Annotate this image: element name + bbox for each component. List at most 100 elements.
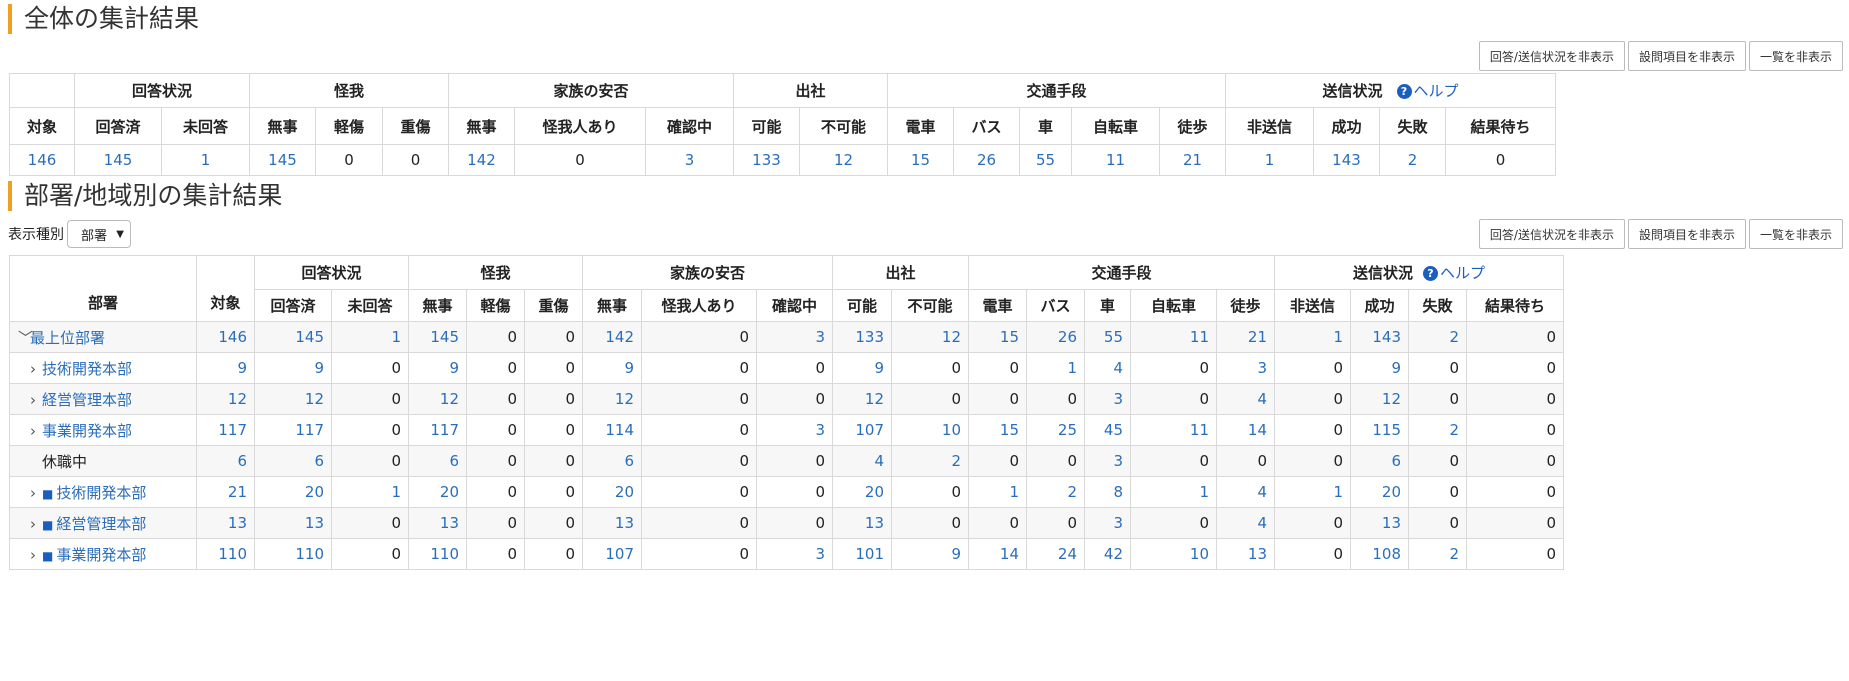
value-cell[interactable]: 6 xyxy=(408,445,467,477)
value-cell[interactable]: 12 xyxy=(891,321,969,353)
value-cell[interactable]: 25 xyxy=(1026,414,1085,446)
summary-value[interactable]: 26 xyxy=(953,144,1020,176)
value-cell[interactable]: 12 xyxy=(582,383,642,415)
value-cell[interactable]: 15 xyxy=(968,321,1027,353)
summary-value[interactable]: 12 xyxy=(799,144,888,176)
value-cell[interactable]: 4 xyxy=(1216,383,1275,415)
value-cell[interactable]: 10 xyxy=(1130,538,1217,570)
help-link[interactable]: ? ヘルプ xyxy=(1396,82,1459,100)
value-cell[interactable]: 6 xyxy=(1350,445,1409,477)
value-cell[interactable]: 9 xyxy=(1350,352,1409,384)
value-cell[interactable]: 8 xyxy=(1084,476,1131,508)
summary-value[interactable]: 21 xyxy=(1159,144,1226,176)
dept-name[interactable]: 技術開発本部 xyxy=(42,360,132,378)
value-cell[interactable]: 117 xyxy=(196,414,255,446)
value-cell[interactable]: 20 xyxy=(254,476,332,508)
value-cell[interactable]: 110 xyxy=(254,538,332,570)
value-cell[interactable]: 9 xyxy=(582,352,642,384)
dept-name[interactable]: 経営管理本部 xyxy=(42,391,132,409)
value-cell[interactable]: 101 xyxy=(832,538,892,570)
value-cell[interactable]: 13 xyxy=(832,507,892,539)
value-cell[interactable]: 146 xyxy=(196,321,255,353)
value-cell[interactable]: 115 xyxy=(1350,414,1409,446)
value-cell[interactable]: 9 xyxy=(254,352,332,384)
value-cell[interactable]: 6 xyxy=(582,445,642,477)
hide-list-button[interactable]: 一覧を非表示 xyxy=(1748,41,1843,71)
dept-hide-answer-status-button[interactable]: 回答/送信状況を非表示 xyxy=(1478,219,1625,249)
value-cell[interactable]: 15 xyxy=(968,414,1027,446)
value-cell[interactable]: 12 xyxy=(196,383,255,415)
value-cell[interactable]: 12 xyxy=(254,383,332,415)
value-cell[interactable]: 145 xyxy=(254,321,332,353)
value-cell[interactable]: 3 xyxy=(756,321,833,353)
dept-help-link[interactable]: ? ヘルプ xyxy=(1423,264,1485,282)
dept-name[interactable]: 事業開発本部 xyxy=(42,422,132,440)
value-cell[interactable]: 14 xyxy=(1216,414,1275,446)
value-cell[interactable]: 4 xyxy=(1216,507,1275,539)
value-cell[interactable]: 20 xyxy=(582,476,642,508)
display-type-select[interactable]: 部署 ▼ xyxy=(67,220,131,248)
value-cell[interactable]: 3 xyxy=(1084,383,1131,415)
value-cell[interactable]: 13 xyxy=(582,507,642,539)
value-cell[interactable]: 110 xyxy=(408,538,467,570)
summary-value[interactable]: 1 xyxy=(1225,144,1314,176)
summary-value[interactable]: 146 xyxy=(9,144,75,176)
dept-name[interactable]: 経営管理本部 xyxy=(56,515,146,533)
value-cell[interactable]: 24 xyxy=(1026,538,1085,570)
value-cell[interactable]: 21 xyxy=(1216,321,1275,353)
value-cell[interactable]: 9 xyxy=(832,352,892,384)
value-cell[interactable]: 107 xyxy=(582,538,642,570)
value-cell[interactable]: 145 xyxy=(408,321,467,353)
value-cell[interactable]: 9 xyxy=(196,352,255,384)
value-cell[interactable]: 117 xyxy=(408,414,467,446)
summary-value[interactable]: 142 xyxy=(448,144,515,176)
value-cell[interactable]: 1 xyxy=(331,321,409,353)
value-cell[interactable]: 3 xyxy=(756,414,833,446)
expand-chevron-icon[interactable]: › xyxy=(30,422,42,440)
value-cell[interactable]: 13 xyxy=(408,507,467,539)
value-cell[interactable]: 133 xyxy=(832,321,892,353)
summary-value[interactable]: 3 xyxy=(645,144,734,176)
summary-value[interactable]: 55 xyxy=(1019,144,1072,176)
expand-chevron-icon[interactable]: › xyxy=(30,484,42,502)
value-cell[interactable]: 45 xyxy=(1084,414,1131,446)
value-cell[interactable]: 6 xyxy=(196,445,255,477)
summary-value[interactable]: 145 xyxy=(74,144,162,176)
expand-chevron-icon[interactable]: › xyxy=(30,391,42,409)
expand-chevron-icon[interactable]: › xyxy=(30,515,42,533)
value-cell[interactable]: 14 xyxy=(968,538,1027,570)
value-cell[interactable]: 3 xyxy=(756,538,833,570)
value-cell[interactable]: 1 xyxy=(1274,476,1351,508)
value-cell[interactable]: 2 xyxy=(1408,538,1467,570)
dept-name[interactable]: 技術開発本部 xyxy=(56,484,146,502)
value-cell[interactable]: 6 xyxy=(254,445,332,477)
value-cell[interactable]: 12 xyxy=(1350,383,1409,415)
value-cell[interactable]: 107 xyxy=(832,414,892,446)
value-cell[interactable]: 20 xyxy=(1350,476,1409,508)
value-cell[interactable]: 4 xyxy=(832,445,892,477)
value-cell[interactable]: 142 xyxy=(582,321,642,353)
value-cell[interactable]: 12 xyxy=(408,383,467,415)
value-cell[interactable]: 2 xyxy=(891,445,969,477)
dept-name[interactable]: 事業開発本部 xyxy=(56,546,146,564)
summary-value[interactable]: 11 xyxy=(1071,144,1160,176)
dept-name[interactable]: 最上位部署 xyxy=(30,329,105,347)
value-cell[interactable]: 110 xyxy=(196,538,255,570)
value-cell[interactable]: 4 xyxy=(1216,476,1275,508)
value-cell[interactable]: 4 xyxy=(1084,352,1131,384)
summary-value[interactable]: 2 xyxy=(1379,144,1446,176)
value-cell[interactable]: 108 xyxy=(1350,538,1409,570)
hide-questions-button[interactable]: 設問項目を非表示 xyxy=(1627,41,1746,71)
expand-chevron-icon[interactable]: › xyxy=(30,360,42,378)
value-cell[interactable]: 1 xyxy=(968,476,1027,508)
value-cell[interactable]: 1 xyxy=(1274,321,1351,353)
value-cell[interactable]: 2 xyxy=(1408,321,1467,353)
summary-value[interactable]: 15 xyxy=(887,144,954,176)
summary-value[interactable]: 145 xyxy=(249,144,316,176)
value-cell[interactable]: 13 xyxy=(1216,538,1275,570)
value-cell[interactable]: 143 xyxy=(1350,321,1409,353)
expand-chevron-icon[interactable]: › xyxy=(30,546,42,564)
value-cell[interactable]: 1 xyxy=(331,476,409,508)
value-cell[interactable]: 3 xyxy=(1216,352,1275,384)
value-cell[interactable]: 13 xyxy=(1350,507,1409,539)
